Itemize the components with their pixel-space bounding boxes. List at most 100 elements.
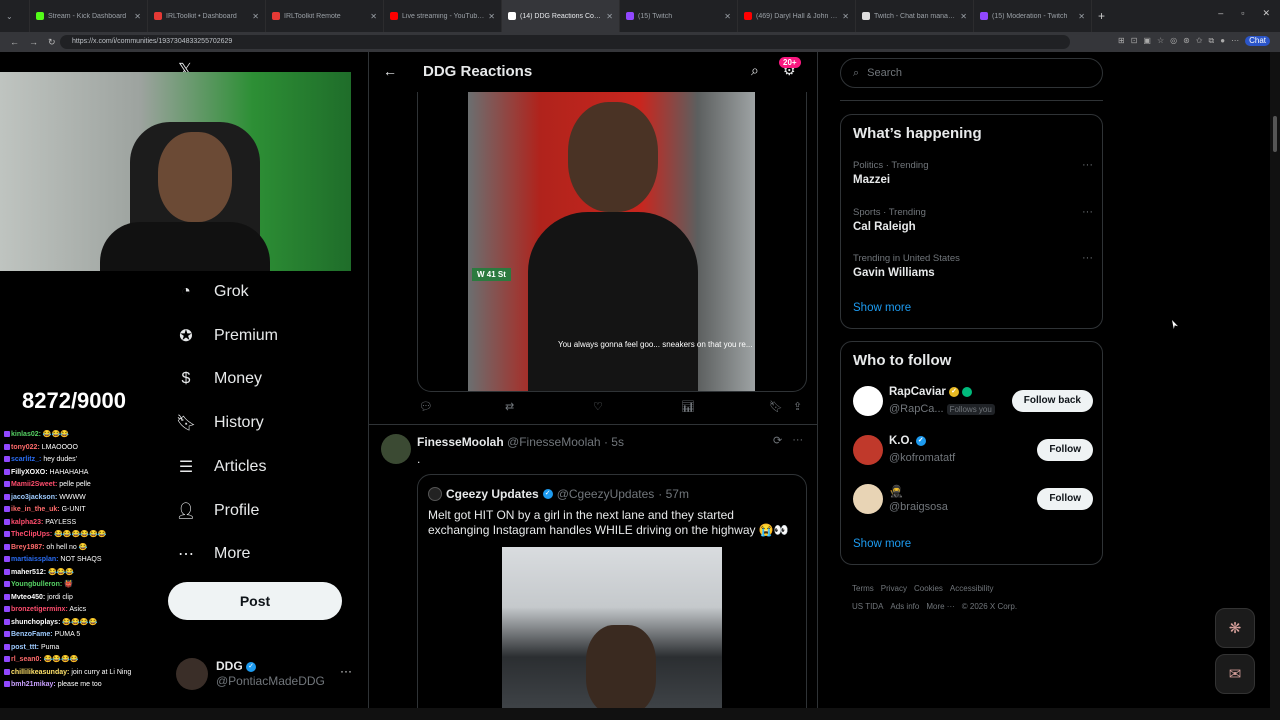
messages-floating-icon[interactable]: ✉ bbox=[1215, 654, 1255, 694]
avatar[interactable] bbox=[381, 434, 411, 464]
post-menu-icon[interactable]: ··· bbox=[792, 434, 803, 447]
follow-button[interactable]: Follow bbox=[1037, 488, 1093, 510]
reload-icon[interactable]: ↻ bbox=[48, 37, 56, 48]
footer-link[interactable]: Cookies bbox=[914, 584, 943, 593]
minimize-icon[interactable]: – bbox=[1218, 8, 1223, 19]
avatar[interactable] bbox=[853, 386, 883, 416]
footer-link[interactable]: Privacy bbox=[881, 584, 907, 593]
tab-close-icon[interactable]: ✕ bbox=[1078, 12, 1085, 21]
scrollbar-thumb[interactable] bbox=[1273, 116, 1277, 152]
profile-icon[interactable]: ● bbox=[1220, 36, 1225, 46]
nav-item-premium[interactable]: ✪ Premium bbox=[176, 321, 278, 351]
show-more-link[interactable]: Show more bbox=[853, 302, 911, 314]
tab-close-icon[interactable]: ✕ bbox=[488, 12, 495, 21]
extension-icon[interactable]: ⊡ bbox=[1131, 36, 1138, 46]
browser-tab[interactable]: (14) DDG Reactions Community / X ✕ bbox=[502, 0, 620, 32]
chat-username[interactable]: tony022: bbox=[11, 444, 40, 451]
scrollbar[interactable] bbox=[1270, 52, 1280, 708]
like-icon[interactable]: ♡ bbox=[593, 400, 603, 413]
chat-username[interactable]: Mvteo450: bbox=[11, 594, 45, 601]
follow-suggestion[interactable]: RapCaviar ✓ @RapCa... Follows you Follow b… bbox=[853, 384, 1093, 420]
post-button[interactable]: Post bbox=[168, 582, 342, 620]
nav-item-money[interactable]: $ Money bbox=[176, 364, 262, 394]
chat-username[interactable]: Mamii2Sweet: bbox=[11, 481, 57, 488]
browser-tab[interactable]: Stream - Kick Dashboard ✕ bbox=[30, 0, 148, 32]
nav-item-history[interactable]: 🔖︎ History bbox=[176, 408, 264, 438]
nav-item-grok[interactable]: ◔ Grok bbox=[176, 277, 249, 307]
new-tab-button[interactable]: + bbox=[1098, 9, 1105, 23]
trend-menu-icon[interactable]: ··· bbox=[1082, 206, 1093, 218]
browser-tab[interactable]: IRLToolkit • Dashboard ✕ bbox=[148, 0, 266, 32]
suggestion-name[interactable]: RapCaviar bbox=[889, 386, 946, 398]
browser-tab[interactable]: ⌄ bbox=[0, 0, 30, 32]
tab-close-icon[interactable]: ✕ bbox=[606, 12, 613, 21]
footer-link[interactable]: © 2026 X Corp. bbox=[962, 602, 1017, 611]
chat-username[interactable]: bmh21mikay: bbox=[11, 681, 56, 688]
post[interactable]: FinesseMoolah @FinesseMoolah · 5s . ⟳ ··… bbox=[369, 424, 817, 708]
post-media[interactable]: W 41 St You always gonna feel goo... sne… bbox=[417, 92, 807, 392]
browser-tab[interactable]: (469) Daryl Hall & John Oates ✕ bbox=[738, 0, 856, 32]
suggestion-name[interactable]: 🥷 bbox=[889, 486, 903, 498]
account-switcher[interactable]: DDG ✓ @PontiacMadeDDG ··· bbox=[176, 656, 356, 692]
chat-username[interactable]: kinlas02: bbox=[11, 431, 41, 438]
footer-link[interactable]: More ··· bbox=[926, 602, 954, 611]
star-icon[interactable]: ☆ bbox=[1157, 36, 1164, 46]
bookmark-icon[interactable]: 🔖︎ bbox=[769, 400, 783, 413]
chat-username[interactable]: rl_sean0: bbox=[11, 656, 42, 663]
extension-icon[interactable]: ⊞ bbox=[1118, 36, 1125, 46]
footer-link[interactable]: Accessibility bbox=[950, 584, 994, 593]
chat-username[interactable]: ike_in_the_uk: bbox=[11, 506, 60, 513]
trend-item[interactable]: Politics · Trending Mazzei ··· bbox=[853, 159, 1093, 189]
footer-link[interactable]: Ads info bbox=[890, 602, 919, 611]
url-field[interactable]: https://x.com/i/communities/193730483325… bbox=[60, 35, 1070, 49]
trend-menu-icon[interactable]: ··· bbox=[1082, 159, 1093, 171]
chat-username[interactable]: chillilikeasunday: bbox=[11, 669, 69, 676]
chat-username[interactable]: scarlitz_: bbox=[11, 456, 41, 463]
chat-username[interactable]: shunchoplays: bbox=[11, 619, 60, 626]
grok-icon[interactable]: ⟳ bbox=[773, 434, 782, 447]
chat-username[interactable]: BenzoFame: bbox=[11, 631, 53, 638]
chat-username[interactable]: maher512: bbox=[11, 569, 46, 576]
chat-username[interactable]: Brey1987: bbox=[11, 544, 44, 551]
repost-icon[interactable]: ⇄ bbox=[505, 400, 514, 413]
avatar[interactable] bbox=[853, 435, 883, 465]
reply-icon[interactable]: 💬︎ bbox=[419, 400, 433, 413]
trend-item[interactable]: Trending in United States Gavin Williams ·… bbox=[853, 252, 1093, 282]
favorites-icon[interactable]: ✩ bbox=[1196, 36, 1203, 46]
close-window-icon[interactable]: ✕ bbox=[1262, 8, 1270, 19]
grok-floating-icon[interactable]: ❋ bbox=[1215, 608, 1255, 648]
chat-username[interactable]: FillyXOXO: bbox=[11, 469, 48, 476]
maximize-icon[interactable]: ▫ bbox=[1241, 8, 1244, 19]
back-arrow-icon[interactable]: ← bbox=[383, 63, 397, 79]
suggestion-name[interactable]: K.O. bbox=[889, 435, 913, 447]
views-icon[interactable]: 📊︎ bbox=[681, 400, 695, 413]
nav-item-profile[interactable]: 👤︎ Profile bbox=[176, 496, 260, 526]
account-menu-icon[interactable]: ··· bbox=[340, 664, 352, 678]
tab-close-icon[interactable]: ✕ bbox=[370, 12, 377, 21]
browser-tab[interactable]: Live streaming - YouTube Studio ✕ bbox=[384, 0, 502, 32]
tab-close-icon[interactable]: ✕ bbox=[960, 12, 967, 21]
copilot-chat-button[interactable]: Chat bbox=[1245, 36, 1270, 46]
menu-icon[interactable]: ⋯ bbox=[1231, 36, 1239, 46]
trend-menu-icon[interactable]: ··· bbox=[1082, 252, 1093, 264]
extension-icon[interactable]: ◎ bbox=[1170, 36, 1177, 46]
tab-close-icon[interactable]: ✕ bbox=[252, 12, 259, 21]
show-more-link[interactable]: Show more bbox=[853, 538, 911, 550]
extensions-icon[interactable]: ⧉ bbox=[1209, 36, 1215, 46]
author-name[interactable]: FinesseMoolah bbox=[417, 435, 504, 449]
follow-button[interactable]: Follow back bbox=[1011, 390, 1093, 412]
browser-tab[interactable]: IRLToolkit Remote ✕ bbox=[266, 0, 384, 32]
tab-search-icon[interactable]: ⌄ bbox=[6, 12, 13, 21]
search-icon[interactable]: ⌕ bbox=[751, 62, 759, 79]
follow-suggestion[interactable]: 🥷 @braigsosa Follow bbox=[853, 482, 1093, 518]
browser-tab[interactable]: Twitch - Chat ban manager ✕ bbox=[856, 0, 974, 32]
share-icon[interactable]: ⇪ bbox=[793, 400, 802, 413]
browser-tab[interactable]: (15) Moderation - Twitch ✕ bbox=[974, 0, 1092, 32]
search-input[interactable]: ⌕ Search bbox=[840, 58, 1103, 88]
tab-close-icon[interactable]: ✕ bbox=[724, 12, 731, 21]
quoted-post[interactable]: Cgeezy Updates ✓ @CgeezyUpdates · 57m Me… bbox=[417, 474, 807, 708]
nav-item-articles[interactable]: ☰ Articles bbox=[176, 452, 267, 482]
trend-item[interactable]: Sports · Trending Cal Raleigh ··· bbox=[853, 206, 1093, 236]
chat-username[interactable]: jaco3jackson: bbox=[11, 494, 57, 501]
chat-username[interactable]: TheClipUps: bbox=[11, 531, 52, 538]
